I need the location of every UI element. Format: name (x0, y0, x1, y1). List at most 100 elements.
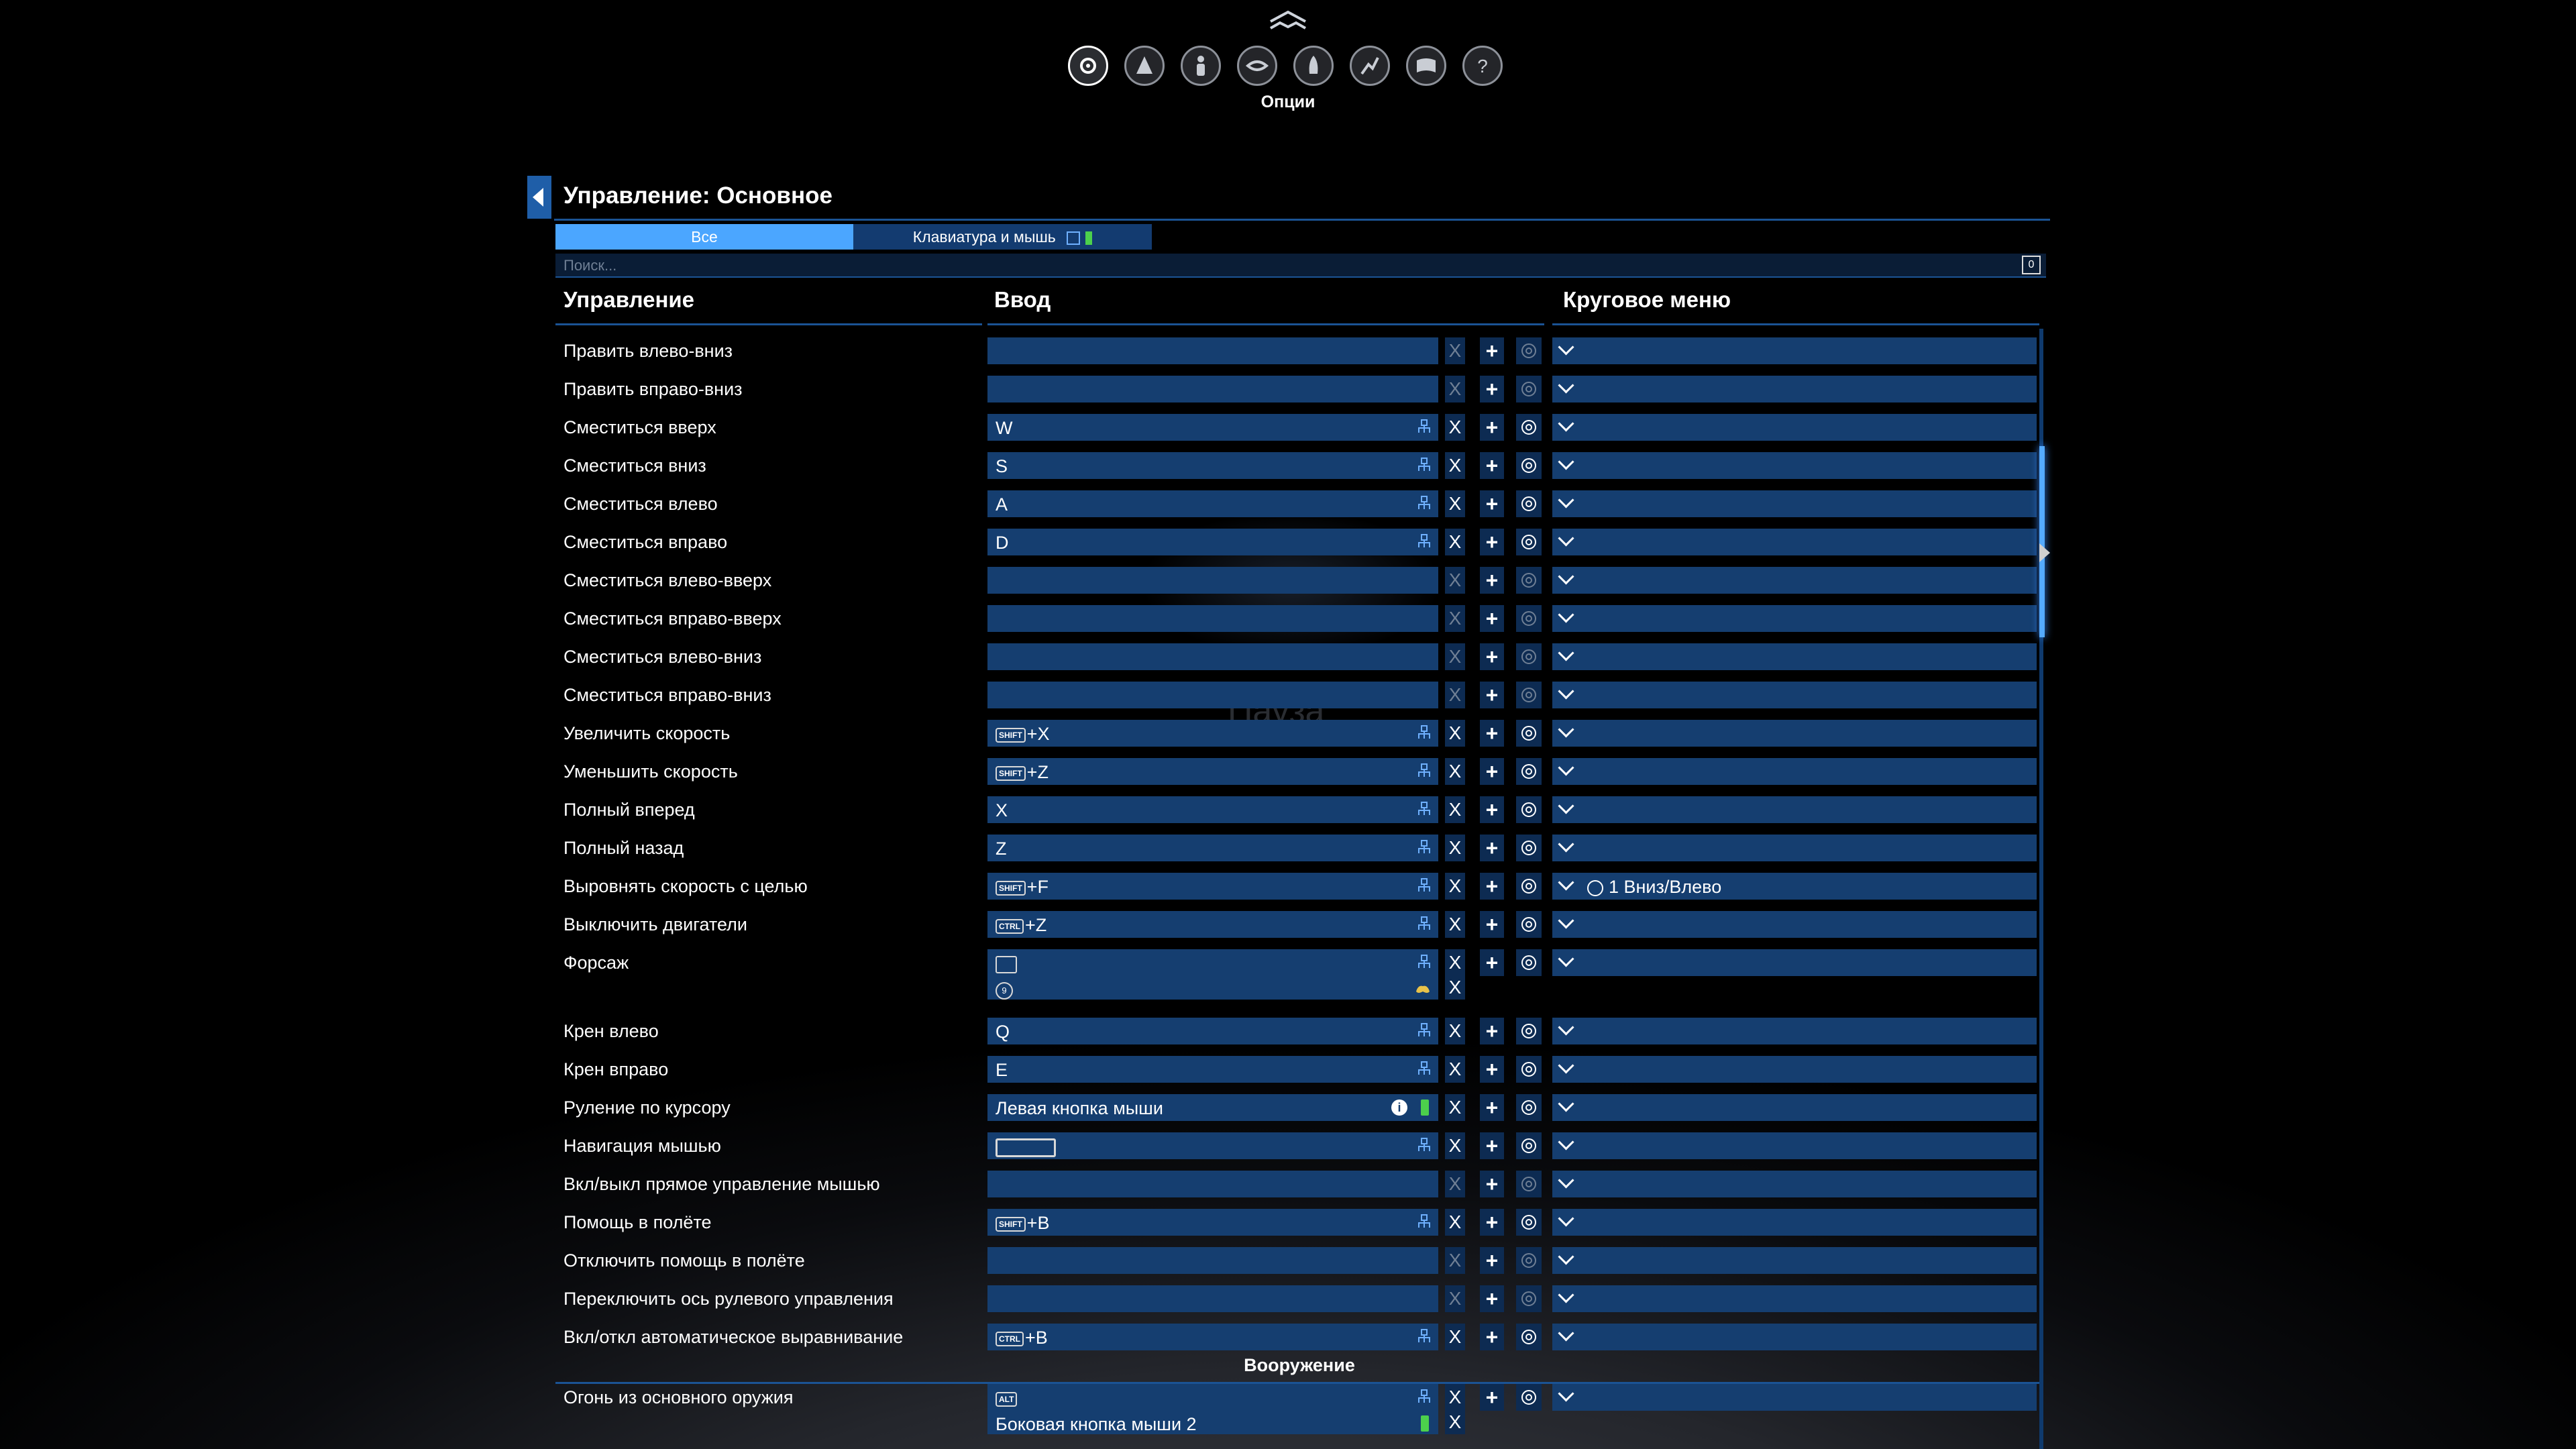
binding-input-field[interactable]: Z (987, 835, 1438, 861)
binding-input-field[interactable] (987, 376, 1438, 402)
radial-menu-dropdown[interactable] (1552, 682, 2037, 708)
clear-binding-button[interactable]: X (1445, 975, 1465, 1000)
add-binding-button[interactable]: + (1480, 1056, 1504, 1083)
radial-menu-dropdown[interactable] (1552, 1056, 2037, 1083)
radial-visibility-button[interactable] (1516, 605, 1542, 632)
radial-menu-dropdown[interactable] (1552, 758, 2037, 785)
add-binding-button[interactable]: + (1480, 1324, 1504, 1350)
radial-visibility-button[interactable] (1516, 414, 1542, 441)
radial-visibility-button[interactable] (1516, 682, 1542, 708)
radial-menu-dropdown[interactable] (1552, 1285, 2037, 1312)
add-binding-button[interactable]: + (1480, 337, 1504, 364)
add-binding-button[interactable]: + (1480, 949, 1504, 976)
add-binding-button[interactable]: + (1480, 529, 1504, 555)
binding-input-field[interactable] (987, 567, 1438, 594)
binding-input-field[interactable] (987, 1171, 1438, 1197)
clear-binding-button[interactable]: X (1445, 949, 1465, 976)
radial-visibility-button[interactable] (1516, 452, 1542, 479)
add-binding-button[interactable]: + (1480, 567, 1504, 594)
radial-menu-dropdown[interactable] (1552, 1094, 2037, 1121)
clear-binding-button[interactable]: X (1445, 682, 1465, 708)
clear-binding-button[interactable]: X (1445, 796, 1465, 823)
clear-binding-button[interactable]: X (1445, 643, 1465, 670)
radial-menu-dropdown[interactable] (1552, 1384, 2037, 1411)
clear-binding-button[interactable]: X (1445, 529, 1465, 555)
radial-menu-dropdown[interactable] (1552, 1171, 2037, 1197)
clear-binding-button[interactable]: X (1445, 452, 1465, 479)
binding-input-field[interactable] (987, 1247, 1438, 1274)
radial-menu-dropdown[interactable] (1552, 529, 2037, 555)
radial-visibility-button[interactable] (1516, 796, 1542, 823)
add-binding-button[interactable]: + (1480, 835, 1504, 861)
radial-visibility-button[interactable] (1516, 1018, 1542, 1044)
radial-menu-dropdown[interactable] (1552, 337, 2037, 364)
radial-visibility-button[interactable] (1516, 1171, 1542, 1197)
clear-binding-button[interactable]: X (1445, 1171, 1465, 1197)
add-binding-button[interactable]: + (1480, 1018, 1504, 1044)
binding-input-field[interactable]: W (987, 414, 1438, 441)
clear-binding-button[interactable]: X (1445, 1247, 1465, 1274)
add-binding-button[interactable]: + (1480, 873, 1504, 900)
binding-input-field[interactable]: X (987, 796, 1438, 823)
add-binding-button[interactable]: + (1480, 1209, 1504, 1236)
clear-binding-button[interactable]: X (1445, 720, 1465, 747)
radial-visibility-button[interactable] (1516, 1094, 1542, 1121)
clear-binding-button[interactable]: X (1445, 605, 1465, 632)
radial-menu-dropdown[interactable] (1552, 376, 2037, 402)
clear-binding-button[interactable]: X (1445, 1056, 1465, 1083)
radial-menu-dropdown[interactable] (1552, 835, 2037, 861)
binding-input-field[interactable]: Q (987, 1018, 1438, 1044)
add-binding-button[interactable]: + (1480, 490, 1504, 517)
add-binding-button[interactable]: + (1480, 1247, 1504, 1274)
radial-menu-dropdown[interactable]: 1 Вниз/Влево (1552, 873, 2037, 900)
clear-binding-button[interactable]: X (1445, 1209, 1465, 1236)
binding-input-field[interactable]: Левая кнопка мыши i (987, 1094, 1438, 1121)
radial-menu-dropdown[interactable] (1552, 414, 2037, 441)
radial-menu-dropdown[interactable] (1552, 567, 2037, 594)
radial-visibility-button[interactable] (1516, 1132, 1542, 1159)
binding-input-field[interactable]: CTRL +Z (987, 911, 1438, 938)
radial-visibility-button[interactable] (1516, 873, 1542, 900)
radial-visibility-button[interactable] (1516, 949, 1542, 976)
binding-input-field[interactable]: E (987, 1056, 1438, 1083)
add-binding-button[interactable]: + (1480, 682, 1504, 708)
radial-visibility-button[interactable] (1516, 835, 1542, 861)
add-binding-button[interactable]: + (1480, 796, 1504, 823)
clear-binding-button[interactable]: X (1445, 337, 1465, 364)
clear-binding-button[interactable]: X (1445, 414, 1465, 441)
radial-visibility-button[interactable] (1516, 337, 1542, 364)
binding-input-field[interactable] (987, 643, 1438, 670)
add-binding-button[interactable]: + (1480, 758, 1504, 785)
clear-binding-button[interactable]: X (1445, 1410, 1465, 1434)
binding-input-field[interactable] (987, 1285, 1438, 1312)
add-binding-button[interactable]: + (1480, 1384, 1504, 1411)
clear-binding-button[interactable]: X (1445, 376, 1465, 402)
radial-menu-dropdown[interactable] (1552, 796, 2037, 823)
clear-binding-button[interactable]: X (1445, 1018, 1465, 1044)
clear-binding-button[interactable]: X (1445, 1285, 1465, 1312)
radial-menu-dropdown[interactable] (1552, 1324, 2037, 1350)
clear-binding-button[interactable]: X (1445, 835, 1465, 861)
add-binding-button[interactable]: + (1480, 911, 1504, 938)
radial-visibility-button[interactable] (1516, 1209, 1542, 1236)
add-binding-button[interactable]: + (1480, 643, 1504, 670)
add-binding-button[interactable]: + (1480, 720, 1504, 747)
radial-visibility-button[interactable] (1516, 1056, 1542, 1083)
binding-input-field[interactable] (987, 605, 1438, 632)
binding-input-field[interactable]: D (987, 529, 1438, 555)
binding-input-field[interactable] (987, 337, 1438, 364)
binding-input-field[interactable]: SHIFT +Z (987, 758, 1438, 785)
radial-visibility-button[interactable] (1516, 567, 1542, 594)
radial-menu-dropdown[interactable] (1552, 643, 2037, 670)
radial-visibility-button[interactable] (1516, 490, 1542, 517)
radial-visibility-button[interactable] (1516, 376, 1542, 402)
radial-visibility-button[interactable] (1516, 529, 1542, 555)
binding-input-field[interactable]: S (987, 452, 1438, 479)
binding-input-field[interactable]: SHIFT +B (987, 1209, 1438, 1236)
binding-input-field[interactable] (987, 949, 1438, 976)
radial-visibility-button[interactable] (1516, 1324, 1542, 1350)
clear-binding-button[interactable]: X (1445, 758, 1465, 785)
radial-menu-dropdown[interactable] (1552, 949, 2037, 976)
binding-input-field[interactable]: SHIFT +F (987, 873, 1438, 900)
radial-menu-dropdown[interactable] (1552, 490, 2037, 517)
